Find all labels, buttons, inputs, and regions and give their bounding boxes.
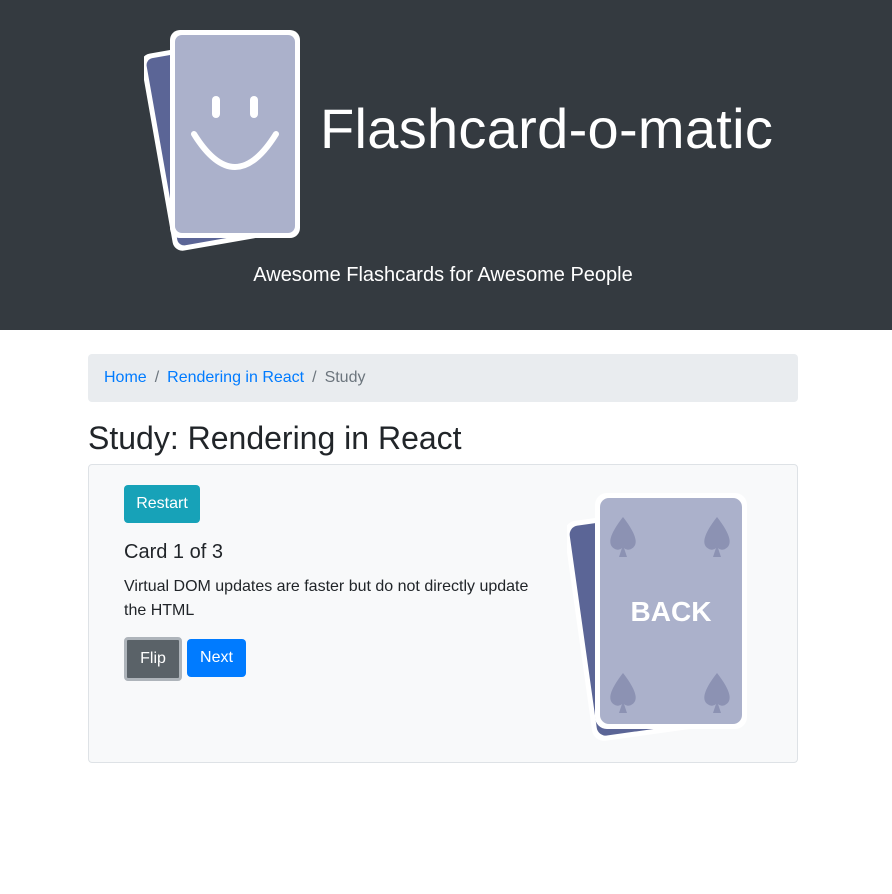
smiley-card-deck-icon xyxy=(144,30,300,251)
breadcrumb: Home / Rendering in React / Study xyxy=(88,354,798,402)
page-title: Study: Rendering in React xyxy=(88,420,462,456)
card-text: Virtual DOM updates are faster but do no… xyxy=(124,578,529,619)
flip-button[interactable]: Flip xyxy=(124,637,182,681)
card-back-label: BACK xyxy=(631,596,712,627)
app-tagline: Awesome Flashcards for Awesome People xyxy=(253,264,633,286)
app-title: Flashcard-o-matic xyxy=(320,97,774,160)
restart-button[interactable]: Restart xyxy=(124,485,200,523)
breadcrumb-deck-link[interactable]: Rendering in React xyxy=(167,369,304,387)
card-back-deck-icon: BACK xyxy=(567,493,747,741)
card-counter: Card 1 of 3 xyxy=(124,541,223,563)
site-header: Flashcard-o-matic Awesome Flashcards for… xyxy=(0,0,892,330)
breadcrumb-home-link[interactable]: Home xyxy=(104,369,147,387)
breadcrumb-current: Study xyxy=(324,369,366,386)
study-card-panel: Restart Card 1 of 3 Virtual DOM updates … xyxy=(88,464,798,763)
breadcrumb-separator: / xyxy=(154,369,160,386)
next-button[interactable]: Next xyxy=(187,639,246,677)
breadcrumb-separator: / xyxy=(312,369,317,386)
